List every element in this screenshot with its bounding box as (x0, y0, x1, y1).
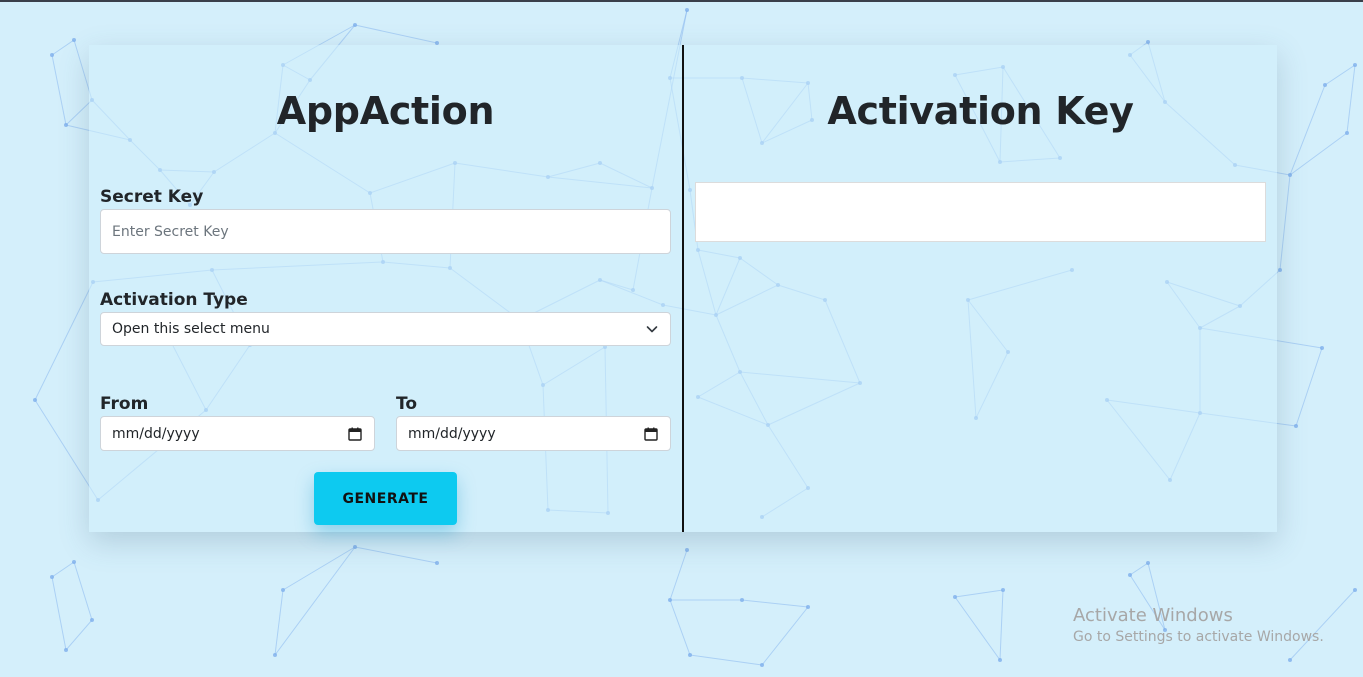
activation-type-select[interactable]: Open this select menu (100, 312, 671, 346)
generate-button[interactable]: GENERATE (314, 472, 457, 525)
windows-activation-watermark: Activate Windows Go to Settings to activ… (1073, 605, 1324, 645)
calendar-icon[interactable] (348, 427, 362, 441)
chevron-down-icon (646, 326, 658, 333)
activation-key-output[interactable] (695, 182, 1266, 242)
activation-type-label: Activation Type (100, 290, 248, 310)
main-card: AppAction Secret Key Enter Secret Key Ac… (89, 45, 1277, 532)
panel-divider (682, 45, 684, 532)
secret-key-input[interactable]: Enter Secret Key (100, 209, 671, 254)
app-title: AppAction (276, 89, 495, 133)
from-date-value: mm/dd/yyyy (112, 425, 200, 442)
from-label: From (100, 394, 149, 414)
to-date-input[interactable]: mm/dd/yyyy (396, 416, 671, 451)
from-date-input[interactable]: mm/dd/yyyy (100, 416, 375, 451)
calendar-icon[interactable] (644, 427, 658, 441)
to-label: To (396, 394, 418, 414)
activation-key-title: Activation Key (827, 89, 1134, 133)
watermark-subtitle: Go to Settings to activate Windows. (1073, 629, 1324, 645)
to-date-value: mm/dd/yyyy (408, 425, 496, 442)
secret-key-label: Secret Key (100, 187, 204, 207)
activation-type-selected: Open this select menu (112, 321, 270, 337)
watermark-title: Activate Windows (1073, 605, 1233, 626)
